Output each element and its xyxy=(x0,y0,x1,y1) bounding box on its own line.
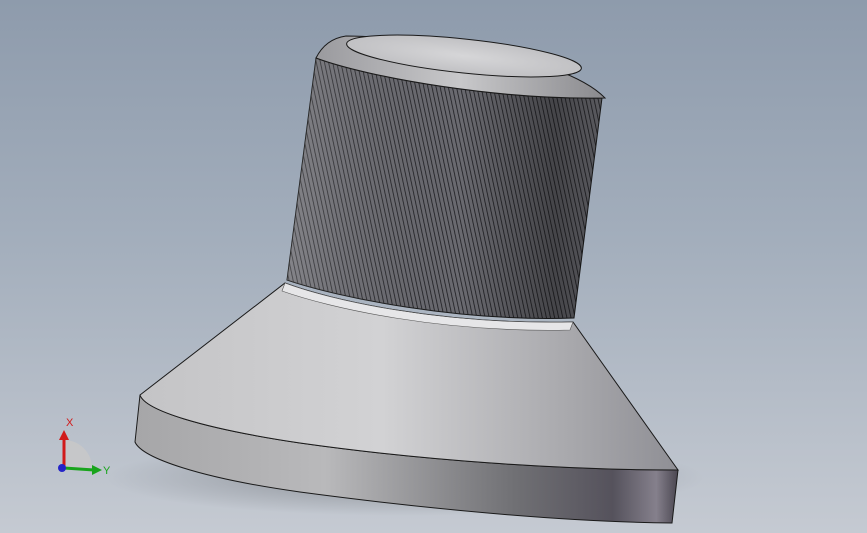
triad-y-arrow xyxy=(92,465,102,475)
triad-plane-indicator xyxy=(64,440,92,468)
coordinate-triad[interactable]: X Y xyxy=(0,0,867,533)
triad-y-label: Y xyxy=(103,465,111,477)
triad-x-label: X xyxy=(66,417,74,429)
triad-y-axis xyxy=(63,466,95,472)
graphics-viewport[interactable]: X Y xyxy=(0,0,867,533)
triad-x-arrow xyxy=(59,430,69,440)
triad-z-axis xyxy=(58,464,66,472)
